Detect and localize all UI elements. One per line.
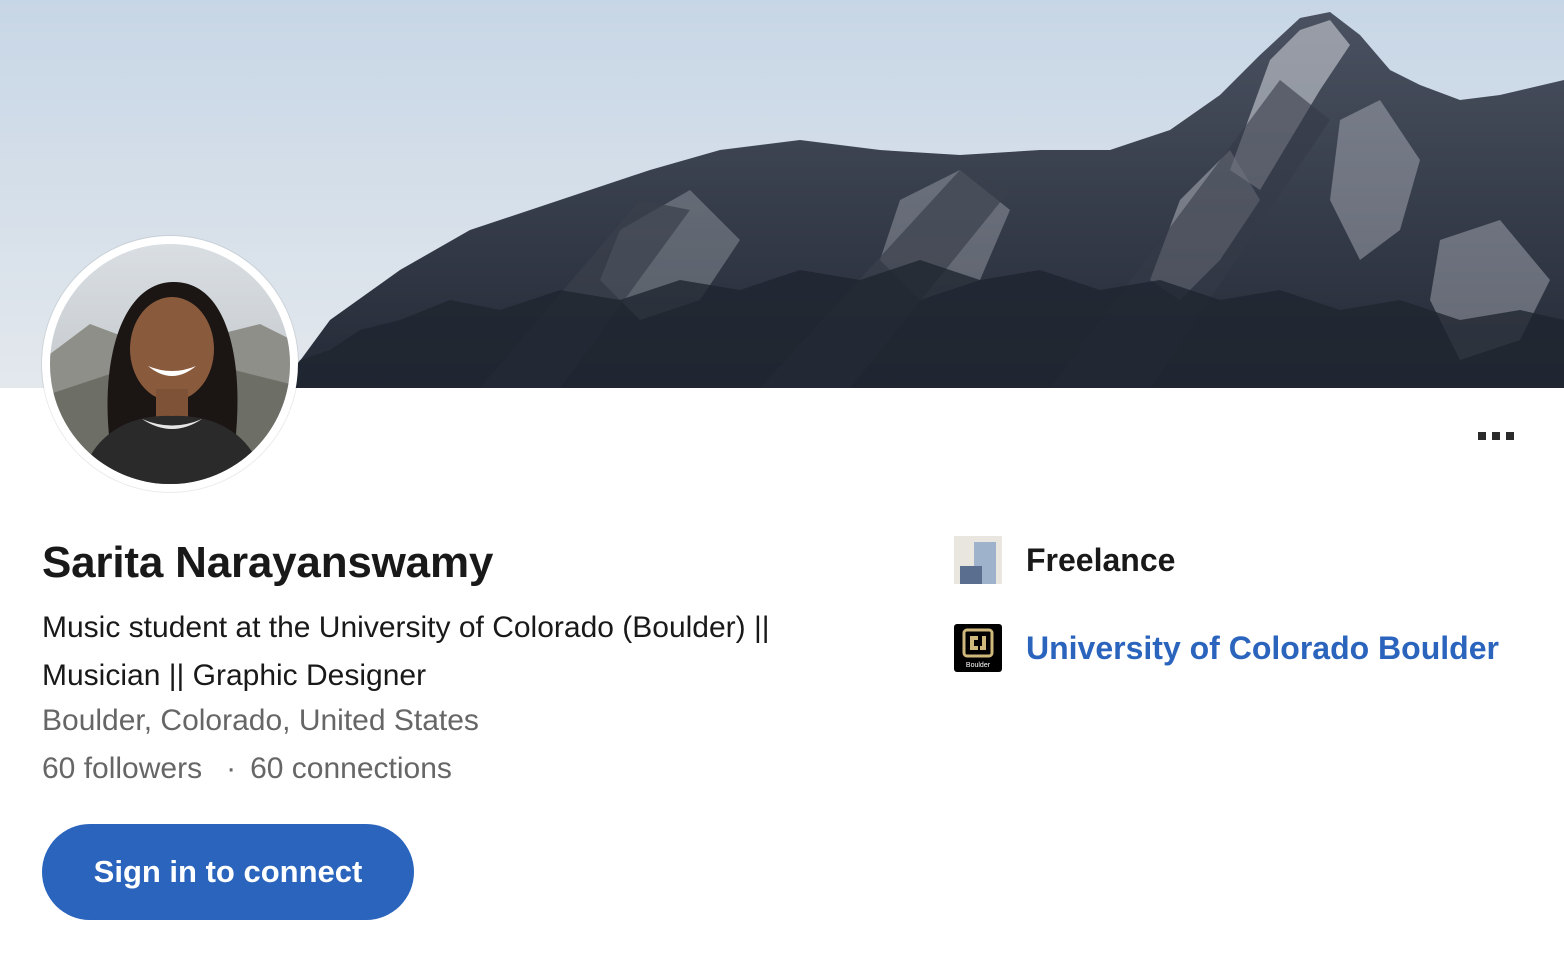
profile-location: Boulder, Colorado, United States [42, 704, 479, 737]
logo-wordmark: Boulder [966, 662, 991, 669]
cu-boulder-logo-icon: Boulder [954, 624, 1002, 672]
stats-separator: · [226, 752, 237, 785]
more-horizontal-icon [1478, 432, 1486, 440]
profile-avatar [42, 236, 298, 492]
more-options-button[interactable] [1468, 420, 1524, 452]
more-horizontal-icon [1492, 432, 1500, 440]
profile-stats: 60 followers · 60 connections [42, 748, 452, 790]
current-company-row: Freelance [954, 536, 1175, 584]
sign-in-to-connect-button[interactable]: Sign in to connect [42, 824, 414, 920]
company-placeholder-logo-icon [954, 536, 1002, 584]
profile-name: Sarita Narayanswamy [42, 538, 494, 587]
profile-page: Sarita Narayanswamy Music student at the… [0, 0, 1564, 962]
connections-count: 60 connections [250, 752, 452, 785]
current-company-name: Freelance [1026, 541, 1176, 578]
followers-count: 60 followers [42, 752, 203, 785]
education-link[interactable]: University of Colorado Boulder [1026, 630, 1499, 667]
profile-headline: Music student at the University of Color… [42, 611, 770, 692]
education-row[interactable]: Boulder University of Colorado Boulder [954, 624, 1499, 672]
more-horizontal-icon [1506, 432, 1514, 440]
